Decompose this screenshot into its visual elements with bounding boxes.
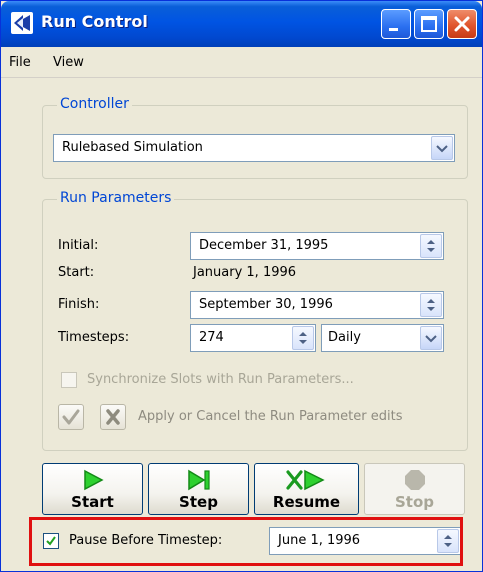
- resume-icon: [285, 469, 329, 491]
- menu-bar: File View: [1, 47, 482, 78]
- run-control-icon: [11, 12, 33, 34]
- spinner-arrows-icon: [299, 332, 307, 344]
- step-icon: [184, 469, 214, 491]
- minimize-icon: [389, 28, 398, 31]
- controller-group: Controller Rulebased Simulation: [42, 96, 468, 179]
- initial-date-value: December 31, 1995: [199, 238, 329, 253]
- timesteps-label: Timesteps:: [58, 330, 130, 345]
- step-button[interactable]: Step: [148, 463, 249, 515]
- apply-button[interactable]: [58, 404, 84, 430]
- maximize-button[interactable]: [414, 9, 444, 39]
- run-control-window: Run Control File View Controller Rulebas…: [0, 0, 483, 572]
- initial-date-spinner[interactable]: [420, 234, 442, 258]
- spinner-arrows-icon: [427, 240, 435, 252]
- controller-select[interactable]: Rulebased Simulation: [53, 134, 455, 162]
- start-label: Start:: [58, 265, 95, 280]
- apply-cancel-label: Apply or Cancel the Run Parameter edits: [138, 409, 403, 424]
- timesteps-field[interactable]: 274: [190, 324, 316, 352]
- start-date-value: January 1, 1996: [193, 265, 297, 280]
- step-button-label: Step: [179, 493, 218, 511]
- close-icon: [454, 16, 470, 32]
- finish-date-value: September 30, 1996: [199, 297, 333, 312]
- timesteps-value: 274: [199, 330, 224, 345]
- checkmark-icon: [62, 409, 80, 425]
- minimize-button[interactable]: [381, 9, 411, 39]
- chevron-down-icon: [436, 145, 448, 153]
- initial-date-field[interactable]: December 31, 1995: [190, 232, 444, 260]
- window-title: Run Control: [41, 12, 148, 31]
- stop-button-label: Stop: [394, 493, 435, 511]
- finish-label: Finish:: [58, 297, 100, 312]
- controller-selected-value: Rulebased Simulation: [62, 140, 203, 155]
- resume-button[interactable]: Resume: [254, 463, 359, 515]
- timestep-unit-dropdown-button[interactable]: [420, 326, 442, 350]
- cancel-button[interactable]: [100, 404, 126, 430]
- start-button[interactable]: Start: [42, 463, 143, 515]
- timestep-unit-select[interactable]: Daily: [321, 324, 444, 352]
- resume-button-label: Resume: [272, 493, 341, 511]
- pause-highlight-box: [29, 517, 463, 566]
- initial-label: Initial:: [58, 238, 99, 253]
- stop-button[interactable]: Stop: [364, 463, 465, 515]
- spinner-arrows-icon: [427, 299, 435, 311]
- sync-slots-checkbox[interactable]: [61, 372, 77, 388]
- sync-slots-label: Synchronize Slots with Run Parameters...: [87, 372, 354, 387]
- cancel-x-icon: [106, 409, 120, 425]
- menu-view[interactable]: View: [53, 55, 84, 70]
- stop-icon: [403, 469, 427, 491]
- menu-file[interactable]: File: [9, 55, 31, 70]
- title-bar[interactable]: Run Control: [1, 1, 482, 47]
- play-icon: [80, 469, 106, 491]
- controller-dropdown-button[interactable]: [431, 136, 453, 160]
- close-button[interactable]: [447, 9, 477, 39]
- run-parameters-group: Run Parameters Initial: December 31, 199…: [42, 190, 468, 451]
- controller-group-title: Controller: [57, 96, 132, 112]
- start-button-label: Start: [71, 493, 114, 511]
- finish-date-spinner[interactable]: [420, 293, 442, 317]
- timesteps-spinner[interactable]: [292, 326, 314, 350]
- maximize-icon: [421, 16, 437, 32]
- run-parameters-group-title: Run Parameters: [57, 190, 175, 206]
- timestep-unit-value: Daily: [328, 330, 361, 345]
- chevron-down-icon: [425, 335, 437, 343]
- finish-date-field[interactable]: September 30, 1996: [190, 291, 444, 319]
